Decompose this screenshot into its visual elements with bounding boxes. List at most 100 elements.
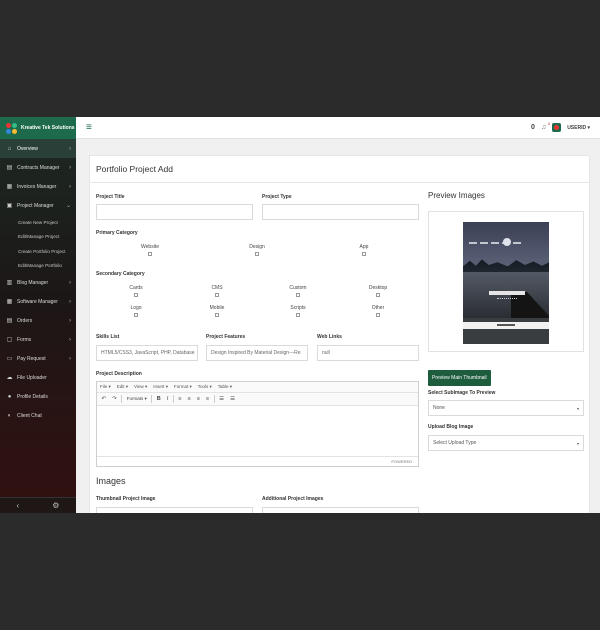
caret-down-icon: ▾	[576, 440, 579, 446]
undo-icon[interactable]: ↶	[100, 396, 108, 402]
project-type-input[interactable]	[262, 204, 419, 220]
editor-content-area[interactable]	[97, 406, 418, 456]
checkbox-cms[interactable]: CMS	[187, 285, 247, 297]
user-name: USERID	[567, 124, 587, 131]
web-links-input[interactable]: null	[317, 345, 419, 361]
checkbox-label: Desktop	[368, 285, 388, 291]
toolbar-divider	[213, 395, 215, 403]
thumbnail-image-input[interactable]	[96, 507, 253, 513]
formats-dropdown[interactable]: Formats ▾	[125, 396, 148, 402]
editor-menu-insert[interactable]: Insert ▾	[153, 384, 168, 390]
sidebar-subitem-edit-project[interactable]: Edit/Manage Project	[0, 230, 76, 245]
editor-menu-file[interactable]: File ▾	[100, 384, 111, 390]
upload-blog-image-label: Upload Blog Image	[428, 424, 474, 430]
checkbox-design[interactable]: Design	[227, 244, 287, 256]
sidebar-item-software[interactable]: ▦ Software Manager ›	[0, 292, 76, 311]
sidebar-item-contracts[interactable]: ▤ Contracts Manager ›	[0, 158, 76, 177]
sidebar-item-overview[interactable]: ⌂ Overview ›	[0, 139, 76, 158]
sidebar-item-label: Overview	[17, 145, 38, 152]
project-title-input[interactable]	[96, 204, 253, 220]
sidebar-item-invoices[interactable]: ▦ Invoices Manager ›	[0, 177, 76, 196]
checkbox-website[interactable]: Website	[120, 244, 180, 256]
checkbox-box[interactable]	[255, 252, 259, 256]
subimage-select[interactable]: None ▾	[428, 400, 584, 416]
checkbox-box[interactable]	[134, 313, 138, 317]
editor-menu-edit[interactable]: Edit ▾	[117, 384, 128, 390]
upload-type-value: Select Upload Type	[433, 440, 477, 446]
checkbox-box[interactable]	[296, 293, 300, 297]
hamburger-menu-icon[interactable]: ≡	[86, 122, 92, 133]
sidebar-item-forms[interactable]: ▢ Forms ›	[0, 330, 76, 349]
checkbox-box[interactable]	[215, 293, 219, 297]
sidebar-subitem-create-portfolio[interactable]: Create Portfolio Project	[0, 244, 76, 259]
checkbox-mobile[interactable]: Mobile	[187, 305, 247, 317]
redo-icon[interactable]: ↷	[111, 396, 119, 402]
indent-icon[interactable]: ☰	[229, 396, 237, 402]
checkbox-label: Design	[249, 244, 265, 250]
checkbox-desktop[interactable]: Desktop	[348, 285, 408, 297]
images-heading: Images	[96, 476, 126, 486]
avatar[interactable]	[552, 123, 562, 132]
sidebar-item-profile[interactable]: ● Profile Details	[0, 387, 76, 406]
sidebar-item-label: Invoices Manager	[17, 183, 57, 190]
checkbox-box[interactable]	[296, 313, 300, 317]
checkbox-scripts[interactable]: Scripts	[268, 305, 328, 317]
sidebar-item-blog[interactable]: ▥ Blog Manager ›	[0, 273, 76, 292]
bold-button[interactable]: B	[155, 396, 162, 402]
checkbox-box[interactable]	[215, 313, 219, 317]
project-type-label: Project Type	[262, 194, 292, 200]
preview-main-thumbnail-button[interactable]: Preview Main Thumbnail	[428, 370, 491, 386]
editor-menu-tools[interactable]: Tools ▾	[198, 384, 212, 390]
checkbox-app[interactable]: App	[334, 244, 394, 256]
bullet-list-icon[interactable]: ☰	[218, 396, 226, 402]
sidebar-item-project-manager[interactable]: ▣ Project Manager ⌄	[0, 196, 76, 215]
editor-menu-table[interactable]: Table ▾	[218, 384, 232, 390]
sidebar-item-pay-request[interactable]: ▭ Pay Request ›	[0, 349, 76, 368]
checkbox-box[interactable]	[376, 293, 380, 297]
sidebar-subitem-edit-portfolio[interactable]: Edit/Manage Portfolio	[0, 259, 76, 274]
checkbox-custom[interactable]: Custom	[268, 285, 328, 297]
forms-icon: ▢	[6, 337, 13, 343]
brand[interactable]: Kreative Tek Solutions	[0, 117, 76, 139]
sidebar-item-file-uploader[interactable]: ☁ File Uploader	[0, 368, 76, 387]
project-features-input[interactable]: Design Inspired By Material Design---Re	[206, 345, 308, 361]
checkbox-label: App	[359, 244, 369, 250]
settings-icon[interactable]: ⚙	[52, 501, 59, 510]
toolbar-divider	[121, 395, 123, 403]
upload-type-select[interactable]: Select Upload Type ▾	[428, 435, 584, 451]
portfolio-panel: Portfolio Project Add Project Title Proj…	[89, 155, 590, 513]
align-center-icon[interactable]: ≡	[186, 396, 192, 402]
checkbox-box[interactable]	[376, 313, 380, 317]
collapse-icon[interactable]: ‹	[17, 501, 20, 510]
invoice-icon: ▦	[6, 184, 13, 190]
sidebar-subitem-create-project[interactable]: Create New Project	[0, 215, 76, 230]
align-left-icon[interactable]: ≡	[177, 396, 183, 402]
justify-icon[interactable]: ≡	[204, 396, 210, 402]
sidebar-item-client-chat[interactable]: ◐ Client Chat	[0, 406, 76, 425]
checkbox-box[interactable]	[134, 293, 138, 297]
editor-menu-view[interactable]: View ▾	[134, 384, 147, 390]
sidebar-item-orders[interactable]: ▤ Orders ›	[0, 311, 76, 330]
checkbox-box[interactable]	[148, 252, 152, 256]
pay-icon: ▭	[6, 356, 13, 362]
checkbox-label: Scripts	[290, 305, 306, 311]
editor-menu-format[interactable]: Format ▾	[174, 384, 192, 390]
italic-button[interactable]: I	[165, 396, 170, 402]
chevron-right-icon: ›	[69, 279, 71, 286]
task-counter[interactable]: 0	[531, 124, 535, 131]
skills-list-input[interactable]: HTML5/CSS3, JavaScript, PHP, Database	[96, 345, 198, 361]
orders-icon: ▤	[6, 318, 13, 324]
additional-images-input[interactable]	[262, 507, 419, 513]
web-links-label: Web Links	[317, 334, 342, 340]
preview-thumbnail	[463, 222, 549, 344]
bell-icon[interactable]: ♫ 0	[541, 121, 550, 131]
page-title: Portfolio Project Add	[90, 156, 589, 183]
checkbox-other[interactable]: Other	[348, 305, 408, 317]
align-right-icon[interactable]: ≡	[195, 396, 201, 402]
checkbox-box[interactable]	[362, 252, 366, 256]
checkbox-cards[interactable]: Cards	[106, 285, 166, 297]
user-menu[interactable]: USERID ▾	[567, 125, 590, 131]
caret-down-icon: ▾	[587, 124, 590, 131]
brand-name: Kreative Tek Solutions	[21, 125, 75, 131]
checkbox-logo[interactable]: Logo	[106, 305, 166, 317]
